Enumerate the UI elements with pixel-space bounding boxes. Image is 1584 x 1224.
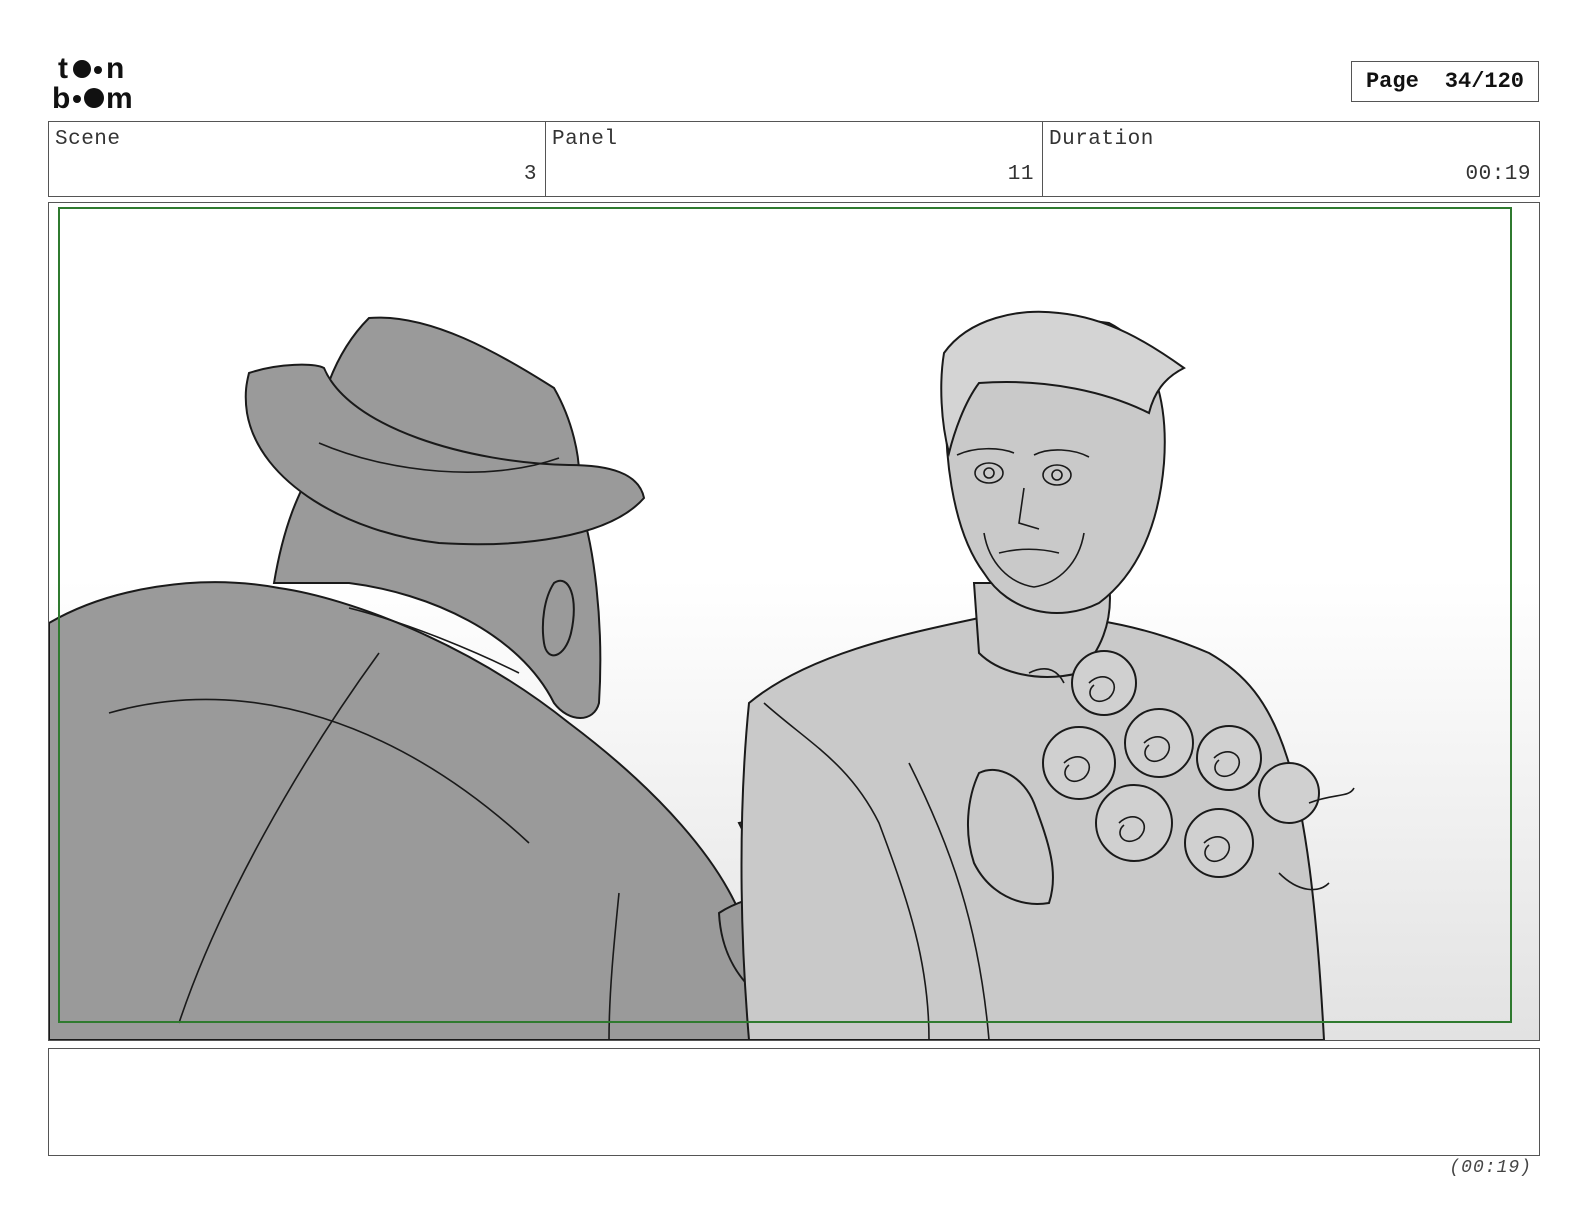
panel-value: 11: [1007, 163, 1034, 186]
duration-label: Duration: [1049, 128, 1154, 151]
panel-sketch: [49, 203, 1539, 1040]
storyboard-info-row: Scene 3 Panel 11 Duration 00:19: [48, 121, 1540, 197]
footer-duration: (00:19): [1449, 1158, 1532, 1178]
scene-value: 3: [523, 163, 537, 186]
page-label: Page: [1365, 69, 1419, 94]
svg-text:m: m: [106, 82, 133, 112]
duration-cell: Duration 00:19: [1043, 122, 1539, 196]
panel-notes-box: [48, 1048, 1540, 1156]
svg-text:b: b: [52, 82, 70, 112]
page-indicator: Page 34/120: [1351, 61, 1539, 102]
scene-cell: Scene 3: [49, 122, 546, 196]
duration-value: 00:19: [1465, 163, 1531, 186]
scene-label: Scene: [55, 128, 121, 151]
storyboard-panel: [48, 202, 1540, 1041]
panel-cell: Panel 11: [546, 122, 1043, 196]
panel-label: Panel: [552, 128, 618, 151]
svg-text:n: n: [106, 52, 124, 85]
svg-text:t: t: [58, 52, 68, 85]
toon-boom-logo: t n b m: [52, 52, 133, 112]
page-number: 34/120: [1444, 69, 1525, 94]
